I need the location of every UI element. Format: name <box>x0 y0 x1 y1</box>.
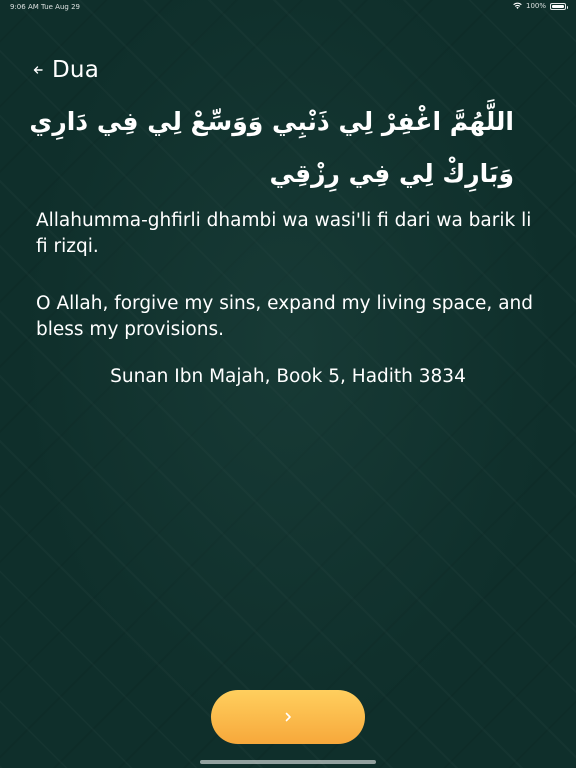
dua-translation: O Allah, forgive my sins, expand my livi… <box>36 293 533 340</box>
status-bar: 9:06 AM Tue Aug 29 100% <box>0 0 576 14</box>
home-indicator[interactable] <box>200 760 376 764</box>
dua-reference: Sunan Ibn Majah, Book 5, Hadith 3834 <box>110 366 466 387</box>
battery-icon <box>550 2 568 10</box>
chevron-right-icon <box>285 712 291 722</box>
battery-percent: 100% <box>525 2 546 10</box>
dua-arabic-text: اللَّهُمَّ اغْفِرْ لِي ذَنْبِي وَوَسِّعْ… <box>29 107 514 188</box>
arrow-left-icon[interactable] <box>32 64 44 76</box>
dua-transliteration: Allahumma-ghfirli dhambi wa wasi'li fi d… <box>36 210 532 257</box>
next-button[interactable] <box>211 690 365 744</box>
status-indicators: 100% <box>513 2 568 10</box>
page-title: Dua <box>52 57 99 83</box>
header: Dua <box>32 54 99 86</box>
battery-fill <box>552 4 564 8</box>
wifi-icon <box>513 2 522 9</box>
status-time-date: 9:06 AM Tue Aug 29 <box>10 3 80 11</box>
